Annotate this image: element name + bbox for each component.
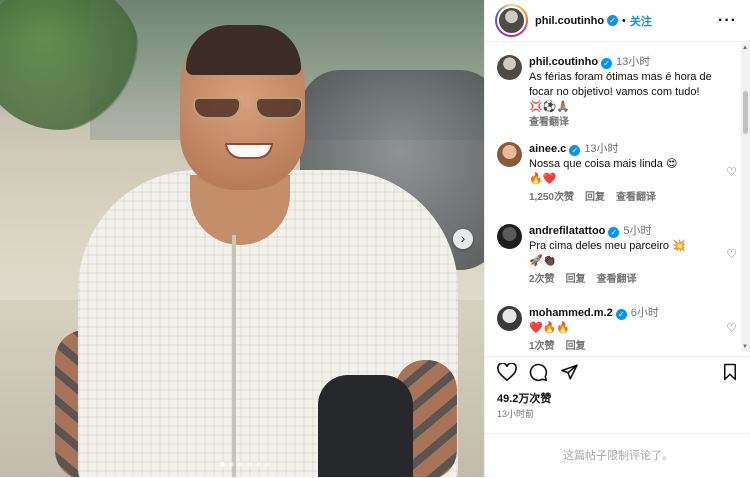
post-time: 13小时前 xyxy=(497,409,535,419)
paper-plane-icon[interactable] xyxy=(560,363,579,384)
comment-time: 5小时 xyxy=(623,225,652,237)
scrollbar-thumb[interactable] xyxy=(743,91,748,134)
comment-avatar[interactable] xyxy=(497,306,522,331)
comments-scrollbar[interactable]: ▲ ▼ xyxy=(741,43,750,352)
follow-button[interactable]: 关注 xyxy=(630,13,652,29)
reply-button[interactable]: 回复 xyxy=(566,272,586,287)
comment-text: Nossa que coisa mais linda 😍 xyxy=(529,158,678,170)
scroll-down-arrow-icon[interactable]: ▼ xyxy=(742,344,748,350)
caption: phil.coutinho ✓ 13小时 As férias foram ótima… xyxy=(497,55,727,130)
carousel-dot xyxy=(247,462,252,467)
comment-likes[interactable]: 2次赞 xyxy=(529,272,555,287)
comment-item: ainee.c ✓ 13小时 Nossa que coisa mais linda … xyxy=(497,142,727,205)
heart-outline-icon[interactable] xyxy=(497,362,517,384)
comment-text: Pra cima deles meu parceiro 💥 xyxy=(529,240,686,252)
black-jacket xyxy=(318,375,413,477)
comment-time: 13小时 xyxy=(584,143,619,155)
author-username[interactable]: phil.coutinho xyxy=(535,15,604,27)
post-actions xyxy=(485,356,750,386)
caption-avatar[interactable] xyxy=(497,55,522,80)
comment-username[interactable]: andrefilatattoo xyxy=(529,225,605,237)
comment-like-heart-icon[interactable]: ♡ xyxy=(726,321,737,335)
translate-link[interactable]: 查看翻译 xyxy=(616,190,656,205)
comment-icon[interactable] xyxy=(529,363,548,385)
author-avatar[interactable] xyxy=(497,6,526,35)
carousel-dot xyxy=(265,462,270,467)
bookmark-icon[interactable] xyxy=(722,363,738,384)
instagram-post: › phil.coutinho ✓ • 关注 ··· phil.coutinho… xyxy=(0,0,750,477)
comments-list[interactable]: phil.coutinho ✓ 13小时 As férias foram ótima… xyxy=(485,43,750,352)
comments-limited-notice: 这篇帖子限制评论了。 xyxy=(485,433,750,477)
post-side-panel: phil.coutinho ✓ • 关注 ··· phil.coutinho ✓ 1… xyxy=(484,0,750,477)
verified-badge-icon: ✓ xyxy=(569,145,581,156)
comment-time: 6小时 xyxy=(630,307,659,319)
caption-text: As férias foram ótimas mas é hora de foc… xyxy=(529,71,712,98)
comment-emoji: 🔥❤️ xyxy=(529,173,557,185)
carousel-dot xyxy=(229,462,234,467)
man-figure xyxy=(0,0,484,477)
verified-badge-icon: ✓ xyxy=(615,309,627,320)
post-photo[interactable]: › xyxy=(0,0,484,477)
caption-username[interactable]: phil.coutinho xyxy=(529,56,598,68)
comment-username[interactable]: ainee.c xyxy=(529,143,566,155)
shirt-zipper xyxy=(232,235,236,477)
carousel-next-button[interactable]: › xyxy=(453,229,473,249)
carousel-dot xyxy=(256,462,261,467)
verified-badge-icon: ✓ xyxy=(607,15,619,26)
verified-badge-icon: ✓ xyxy=(608,227,620,238)
comment-item: mohammed.m.2 ✓ 6小时 ❤️🔥🔥 1次赞 回复 xyxy=(497,306,727,352)
comment-likes[interactable]: 1,250次赞 xyxy=(529,190,574,205)
carousel-dot xyxy=(220,462,225,467)
translate-link[interactable]: 查看翻译 xyxy=(597,272,637,287)
caption-time: 13小时 xyxy=(616,56,651,68)
comment-item: andrefilatattoo ✓ 5小时 Pra cima deles meu p… xyxy=(497,224,727,287)
sunglasses xyxy=(193,97,305,119)
post-header: phil.coutinho ✓ • 关注 ··· xyxy=(485,0,750,42)
reply-button[interactable]: 回复 xyxy=(566,339,586,352)
reply-button[interactable]: 回复 xyxy=(585,190,605,205)
story-ring[interactable] xyxy=(495,4,528,37)
comment-emoji: 🚀👏🏿 xyxy=(529,255,557,267)
caption-translate-link[interactable]: 查看翻译 xyxy=(529,115,569,130)
likes-count[interactable]: 49.2万次赞 xyxy=(497,390,551,406)
carousel-dots xyxy=(220,462,270,467)
verified-badge-icon: ✓ xyxy=(601,58,613,69)
comment-like-heart-icon[interactable]: ♡ xyxy=(726,247,737,261)
hair xyxy=(186,25,301,75)
comment-avatar[interactable] xyxy=(497,142,522,167)
comment-like-heart-icon[interactable]: ♡ xyxy=(726,165,737,179)
header-separator: • xyxy=(622,14,626,27)
comment-avatar[interactable] xyxy=(497,224,522,249)
carousel-dot xyxy=(238,462,243,467)
more-options-icon[interactable]: ··· xyxy=(718,12,737,30)
comment-likes[interactable]: 1次赞 xyxy=(529,339,555,352)
caption-emoji: 💢⚽🙏🏽 xyxy=(529,101,571,113)
comment-text: ❤️🔥🔥 xyxy=(529,322,571,334)
scroll-up-arrow-icon[interactable]: ▲ xyxy=(742,45,748,51)
comment-username[interactable]: mohammed.m.2 xyxy=(529,307,613,319)
